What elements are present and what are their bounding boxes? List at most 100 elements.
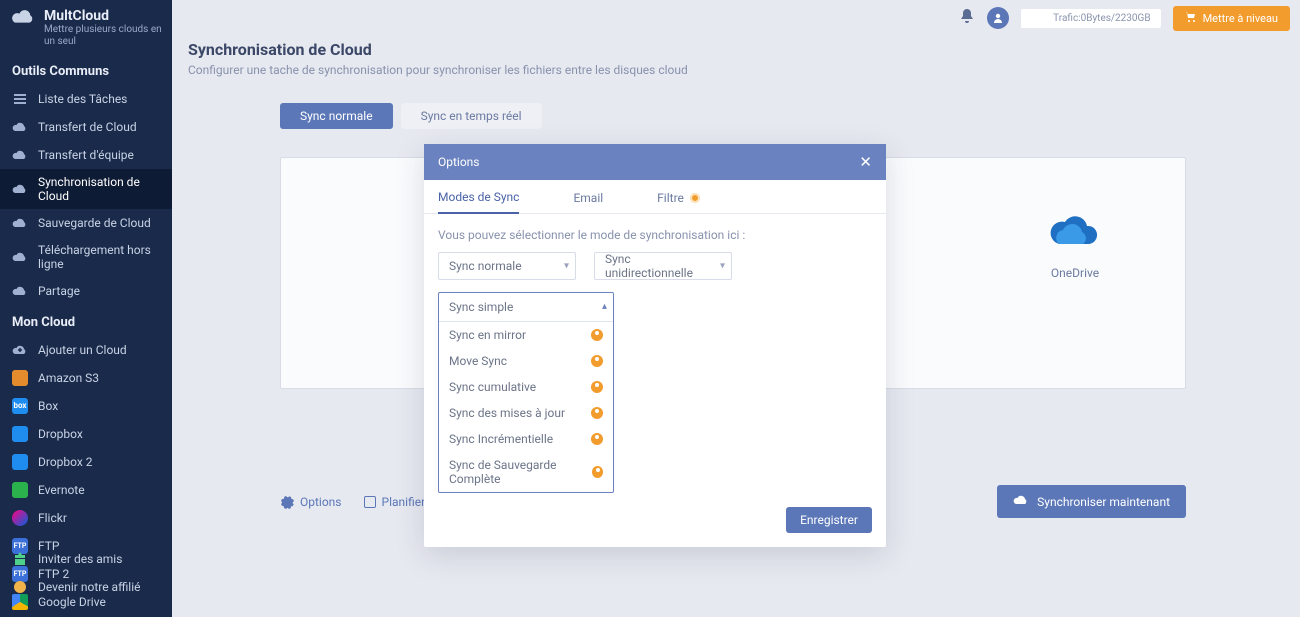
notifications-icon[interactable] [959,8,975,28]
dbx-icon [12,454,28,470]
premium-badge-icon [591,433,603,445]
sidebar-cloud-dropbox-2[interactable]: Dropbox 2 [0,448,172,476]
dropdown-option[interactable]: Sync de Sauvegarde Complète [439,452,613,492]
sidebar: MultCloud Mettre plusieurs clouds en un … [0,0,172,617]
sidebar-cloud-flickr[interactable]: Flickr [0,504,172,532]
ev-icon [12,482,28,498]
option-label: Sync en mirror [449,328,526,342]
sidebar-item-label: Sauvegarde de Cloud [38,216,151,230]
premium-dot-icon [690,193,700,203]
cloud-icon [12,147,28,163]
brand-logo-icon [10,8,36,28]
sidebar-cloud-amazon-s3[interactable]: Amazon S3 [0,364,172,392]
option-label: Sync des mises à jour [449,406,565,420]
options-modal: Options ✕ Modes de Sync Email Filtre Vou… [424,144,886,547]
close-icon[interactable]: ✕ [859,153,872,171]
schedule-toggle[interactable]: Planifier [364,495,426,509]
plus-cloud-icon [12,342,28,358]
select-sync-type[interactable]: Sync normale ▾ [438,252,576,280]
premium-badge-icon [591,329,603,341]
box-icon: box [12,398,28,414]
sidebar-item-label: Liste des Tâches [38,92,127,106]
destination-label: OneDrive [1045,266,1105,280]
tab-sync-normal[interactable]: Sync normale [280,103,393,129]
traffic-badge: Trafic:0Bytes/2230GB [1021,9,1161,28]
cloud-sync-icon [1013,493,1029,510]
brand-tagline: Mettre plusieurs clouds en un seul [44,24,162,48]
sidebar-cloud-box[interactable]: boxBox [0,392,172,420]
sidebar-item-label: Transfert d'équipe [38,148,134,162]
select-sync-mode[interactable]: Sync simple ▴ Sync en mirrorMove SyncSyn… [438,292,614,493]
section-common-tools: Outils Communs [0,54,172,85]
modal-tab-email[interactable]: Email [573,190,603,213]
topbar: Trafic:0Bytes/2230GB Mettre à niveau [172,0,1300,36]
sidebar-item-synchronisation-de-cloud[interactable]: Synchronisation de Cloud [0,169,172,209]
chevron-down-icon: ▾ [720,261,725,272]
save-button[interactable]: Enregistrer [786,507,872,533]
dbx-icon [12,426,28,442]
dropdown-option[interactable]: Sync en mirror [439,322,613,348]
chevron-down-icon: ▾ [564,261,569,272]
modal-body: Vous pouvez sélectionner le mode de sync… [424,214,886,507]
option-label: Sync cumulative [449,380,536,394]
sidebar-item-liste-des-t-ches[interactable]: Liste des Tâches [0,85,172,113]
sidebar-item-label: Transfert de Cloud [38,120,137,134]
gift-icon [12,551,28,567]
dropdown-option[interactable]: Sync des mises à jour [439,400,613,426]
cart-icon [1185,11,1197,26]
sidebar-item-transfert-de-cloud[interactable]: Transfert de Cloud [0,113,172,141]
premium-badge-icon [592,466,603,478]
sidebar-item-label: Flickr [38,511,67,525]
fl-icon [12,510,28,526]
select-dropdown-list: Sync en mirror Move Sync Sync cumulative Sy… [439,321,613,492]
coin-icon [12,579,28,595]
modal-hint: Vous pouvez sélectionner le mode de sync… [438,228,872,242]
sidebar-item-label: Amazon S3 [38,371,99,385]
modal-header: Options ✕ [424,144,886,180]
upgrade-button[interactable]: Mettre à niveau [1173,6,1290,31]
modal-title: Options [438,155,480,169]
brand-name: MultCloud [44,8,162,24]
sidebar-item-partage[interactable]: Partage [0,277,172,305]
modal-tab-filter[interactable]: Filtre [657,190,700,213]
sidebar-item-label: Devenir notre affilié [38,580,141,594]
cloud-icon [12,215,28,231]
sidebar-item-sauvegarde-de-cloud[interactable]: Sauvegarde de Cloud [0,209,172,237]
section-my-cloud: Mon Cloud [0,305,172,336]
avatar[interactable] [987,7,1009,29]
sync-now-label: Synchroniser maintenant [1037,495,1170,509]
sync-now-button[interactable]: Synchroniser maintenant [997,485,1186,518]
premium-badge-icon [591,381,603,393]
sidebar-item-label: Dropbox 2 [38,455,93,469]
sidebar-item-affiliate[interactable]: Devenir notre affilié [0,573,172,601]
gear-icon [280,495,294,509]
select-sync-mode-head[interactable]: Sync simple ▴ [439,293,613,321]
sidebar-cloud-evernote[interactable]: Evernote [0,476,172,504]
dropdown-option[interactable]: Sync cumulative [439,374,613,400]
schedule-label: Planifier [382,495,426,509]
cloud-icon [12,249,28,265]
sidebar-item-label: Ajouter un Cloud [38,343,127,357]
option-label: Move Sync [449,354,507,368]
option-label: Sync de Sauvegarde Complète [449,458,592,486]
sidebar-item-transfert-d-quipe[interactable]: Transfert d'équipe [0,141,172,169]
sync-tabs: Sync normale Sync en temps réel [280,103,1284,129]
dropdown-option[interactable]: Move Sync [439,348,613,374]
modal-tab-filter-label: Filtre [657,191,684,205]
sidebar-item-t-l-chargement-hors-ligne[interactable]: Téléchargement hors ligne [0,237,172,277]
sidebar-cloud-ajouter-un-cloud[interactable]: Ajouter un Cloud [0,336,172,364]
tab-sync-realtime[interactable]: Sync en temps réel [401,103,542,129]
destination-cloud[interactable]: OneDrive [1045,208,1105,280]
sidebar-item-invite[interactable]: Inviter des amis [0,545,172,573]
modal-tab-modes[interactable]: Modes de Sync [438,190,519,214]
dropdown-option[interactable]: Sync Incrémentielle [439,426,613,452]
cloud-icon [12,283,28,299]
cloud-icon [12,119,28,135]
select-sync-direction[interactable]: Sync unidirectionnelle ▾ [594,252,732,280]
sidebar-item-label: Evernote [38,483,85,497]
premium-badge-icon [591,355,603,367]
sidebar-cloud-dropbox[interactable]: Dropbox [0,420,172,448]
chevron-up-icon: ▴ [602,301,607,312]
sidebar-item-label: Téléchargement hors ligne [38,243,160,271]
options-button[interactable]: Options [280,495,342,509]
